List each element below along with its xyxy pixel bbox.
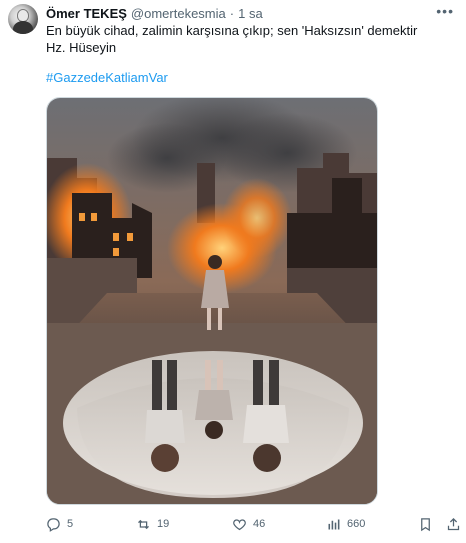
retweet-count: 19 <box>157 518 170 530</box>
views-count: 660 <box>347 518 366 530</box>
tweet[interactable]: Ömer TEKEŞ @omertekesmia · 1 sa ••• En b… <box>0 0 466 543</box>
views-button[interactable]: 660 <box>326 514 365 534</box>
tweet-text: En büyük cihad, zalimin karşısına çıkıp;… <box>46 22 456 56</box>
reply-icon <box>47 517 60 532</box>
tweet-text-line: Hz. Hüseyin <box>46 40 117 55</box>
avatar[interactable] <box>8 4 38 34</box>
tweet-image[interactable] <box>46 97 378 505</box>
tweet-header: Ömer TEKEŞ @omertekesmia · 1 sa ••• <box>46 3 456 21</box>
bookmark-icon <box>421 517 430 531</box>
like-count: 46 <box>253 518 266 530</box>
separator: · <box>229 5 235 21</box>
author-name[interactable]: Ömer TEKEŞ <box>46 6 127 21</box>
author-handle[interactable]: @omertekesmia <box>131 6 226 21</box>
tweet-actions: 5 19 46 660 <box>46 514 466 534</box>
more-icon[interactable]: ••• <box>436 3 454 19</box>
retweet-icon <box>138 519 149 529</box>
like-button[interactable]: 46 <box>232 514 265 534</box>
bookmark-button[interactable] <box>418 514 433 534</box>
views-icon <box>328 519 340 529</box>
retweet-button[interactable]: 19 <box>136 514 169 534</box>
hashtag-link[interactable]: #GazzedeKatliamVar <box>46 70 168 85</box>
heart-icon <box>233 518 246 530</box>
reply-count: 5 <box>67 518 74 530</box>
timestamp[interactable]: 1 sa <box>238 6 263 21</box>
war-scene-illustration <box>47 98 377 504</box>
tweet-text-line: En büyük cihad, zalimin karşısına çıkıp;… <box>46 23 418 38</box>
reply-button[interactable]: 5 <box>46 514 73 534</box>
share-button[interactable] <box>446 514 461 534</box>
share-icon <box>447 517 460 530</box>
